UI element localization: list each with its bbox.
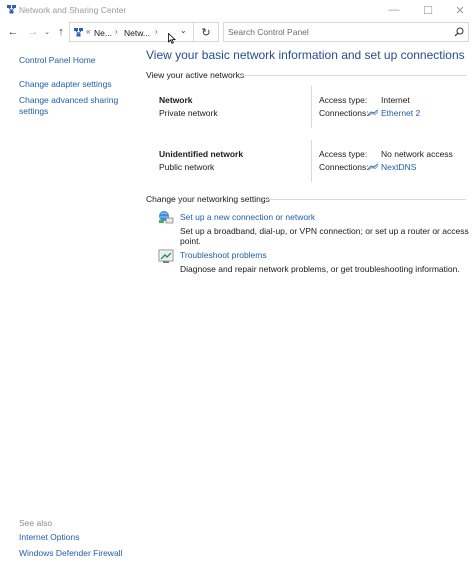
breadcrumb-separator[interactable]: › <box>155 27 158 36</box>
troubleshoot-link[interactable]: Troubleshoot problems <box>180 250 267 260</box>
network-name: Unidentified network <box>159 149 244 159</box>
connections-label: Connections: <box>319 108 369 118</box>
network-category: Private network <box>159 108 218 118</box>
breadcrumb-item[interactable]: Netw... <box>124 28 150 38</box>
navigation-bar: ← → ⌄ ↑ « Ne... › Netw... › ⌄ ↻ <box>0 20 474 44</box>
troubleshoot-description: Diagnose and repair network problems, or… <box>180 264 460 274</box>
see-also-windows-defender-firewall[interactable]: Windows Defender Firewall <box>19 548 122 558</box>
network-name: Network <box>159 95 193 105</box>
maximize-button[interactable]: ☐ <box>412 0 444 20</box>
breadcrumb-item[interactable]: Ne... <box>94 28 112 38</box>
forward-button[interactable]: → <box>26 24 40 40</box>
access-type-label: Access type: <box>319 149 368 159</box>
ethernet-icon <box>367 163 379 171</box>
close-button[interactable]: ✕ <box>444 0 474 20</box>
search-input[interactable] <box>224 23 449 41</box>
sidebar-item-change-adapter-settings[interactable]: Change adapter settings <box>19 79 112 89</box>
sidebar-item-change-advanced-sharing[interactable]: settings <box>19 106 48 116</box>
active-networks-header: View your active networks <box>146 70 245 80</box>
address-dropdown-button[interactable]: ⌄ <box>180 26 187 35</box>
see-also-internet-options[interactable]: Internet Options <box>19 532 79 542</box>
search-icon[interactable] <box>454 27 464 37</box>
window-title: Network and Sharing Center <box>19 5 127 15</box>
breadcrumb-overflow[interactable]: « <box>86 27 90 36</box>
see-also-header: See also <box>19 518 53 528</box>
access-type-value: No network access <box>381 149 453 159</box>
connection-link-nextdns[interactable]: NextDNS <box>381 162 416 172</box>
sidebar-item-control-panel-home[interactable]: Control Panel Home <box>19 55 96 65</box>
network-divider <box>311 140 312 182</box>
ethernet-icon <box>367 109 379 117</box>
title-bar: Network and Sharing Center — ☐ ✕ <box>0 0 474 20</box>
breadcrumb-separator[interactable]: › <box>115 27 118 36</box>
network-center-icon <box>7 5 16 14</box>
mouse-cursor-icon <box>168 33 176 44</box>
change-settings-header: Change your networking settings <box>146 194 270 204</box>
new-connection-icon <box>159 211 174 224</box>
access-type-value: Internet <box>381 95 410 105</box>
network-divider <box>311 86 312 128</box>
sidebar-item-change-advanced-sharing[interactable]: Change advanced sharing <box>19 95 118 105</box>
page-title: View your basic network information and … <box>146 48 465 62</box>
section-divider <box>262 199 466 200</box>
refresh-button[interactable]: ↻ <box>194 22 219 42</box>
up-button[interactable]: ↑ <box>54 24 68 40</box>
network-category: Public network <box>159 162 215 172</box>
setup-connection-link[interactable]: Set up a new connection or network <box>180 212 315 222</box>
setup-connection-description: Set up a broadband, dial-up, or VPN conn… <box>180 226 469 246</box>
minimize-button[interactable]: — <box>378 0 410 20</box>
search-box[interactable] <box>223 22 469 42</box>
back-button[interactable]: ← <box>5 24 21 40</box>
troubleshoot-icon <box>158 249 174 263</box>
connections-label: Connections: <box>319 162 369 172</box>
recent-locations-button[interactable]: ⌄ <box>42 24 52 40</box>
access-type-label: Access type: <box>319 95 368 105</box>
connection-link-ethernet-2[interactable]: Ethernet 2 <box>381 108 420 118</box>
network-center-icon <box>74 28 83 37</box>
section-divider <box>240 75 466 76</box>
